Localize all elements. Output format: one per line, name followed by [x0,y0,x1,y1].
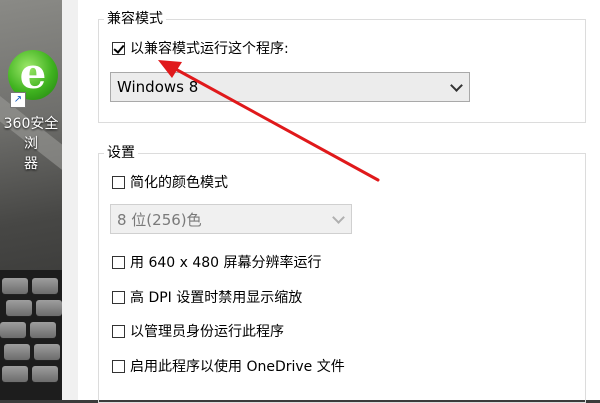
color-depth-select: 8 位(256)色 [110,204,352,234]
compatibility-dialog: 兼容模式 以兼容模式运行这个程序: Windows 8 设置 简化的颜色模式 8… [62,0,600,403]
desktop-keyboard-image [0,270,62,400]
keyboard-key [34,344,60,360]
compat-os-select-value: Windows 8 [117,78,199,96]
desktop-app-label-line2: 器 [24,156,38,172]
onedrive-checkbox-row[interactable]: 启用此程序以使用 OneDrive 文件 [112,356,345,376]
color-depth-select-value: 8 位(256)色 [117,210,202,229]
admin-checkbox-row[interactable]: 以管理员身份运行此程序 [112,321,284,341]
compat-mode-group [98,19,586,123]
keyboard-key [2,278,28,294]
desktop-app-label[interactable]: 360安全浏 器 [0,114,62,174]
chevron-down-icon [332,211,345,224]
admin-label: 以管理员身份运行此程序 [130,324,284,340]
dpi-label: 高 DPI 设置时禁用显示缩放 [130,290,303,306]
onedrive-label: 启用此程序以使用 OneDrive 文件 [130,359,345,375]
admin-checkbox[interactable] [112,324,125,338]
keyboard-key [32,366,58,382]
compat-mode-checkbox-row[interactable]: 以兼容模式运行这个程序: [112,38,289,58]
keyboard-key [2,366,28,382]
keyboard-key [36,300,62,316]
keyboard-key [6,300,32,316]
settings-group-title: 设置 [104,144,138,162]
desktop-app-label-line1: 360安全浏 [3,116,59,152]
reduced-color-checkbox-row[interactable]: 简化的颜色模式 [112,172,228,192]
compatibility-panel: 兼容模式 以兼容模式运行这个程序: Windows 8 设置 简化的颜色模式 8… [78,0,598,403]
compat-group-title: 兼容模式 [104,10,166,28]
chevron-down-icon [450,79,463,92]
keyboard-key [0,322,26,338]
resolution-checkbox-row[interactable]: 用 640 x 480 屏幕分辨率运行 [112,252,322,272]
resolution-checkbox[interactable] [112,255,125,269]
keyboard-key [32,278,58,294]
resolution-label: 用 640 x 480 屏幕分辨率运行 [130,255,322,271]
dpi-checkbox[interactable] [112,290,125,304]
compat-mode-checkbox[interactable] [112,41,125,55]
reduced-color-checkbox[interactable] [112,175,125,189]
compat-mode-checkbox-label: 以兼容模式运行这个程序: [130,41,289,57]
keyboard-key [30,322,56,338]
desktop-background: e ↗ 360安全浏 器 [0,0,62,400]
compat-os-select[interactable]: Windows 8 [110,72,470,102]
keyboard-key [4,344,30,360]
reduced-color-label: 简化的颜色模式 [130,175,228,191]
onedrive-checkbox[interactable] [112,359,125,373]
shortcut-arrow-icon: ↗ [10,92,26,108]
dpi-checkbox-row[interactable]: 高 DPI 设置时禁用显示缩放 [112,287,302,307]
